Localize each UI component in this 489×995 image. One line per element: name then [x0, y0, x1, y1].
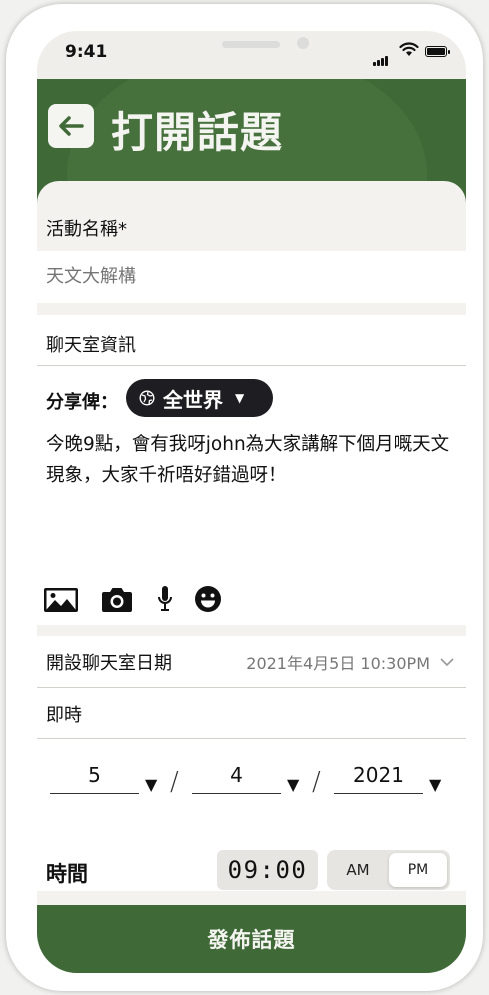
open-date-label: 開設聊天室日期 — [46, 653, 172, 674]
open-date-value: 2021年4月5日 10:30PM — [246, 654, 430, 673]
pm-option[interactable]: PM — [389, 853, 447, 887]
globe-icon — [139, 390, 155, 406]
wifi-icon — [399, 42, 419, 61]
date-separator: / — [312, 767, 321, 797]
share-label: 分享俾： — [46, 392, 118, 413]
status-bar: 9:41 — [37, 31, 466, 79]
status-time: 9:41 — [65, 42, 108, 62]
time-label: 時間 — [46, 862, 88, 886]
divider — [37, 687, 466, 688]
chat-info-label: 聊天室資訊 — [46, 335, 136, 356]
am-option[interactable]: AM — [327, 850, 389, 890]
microphone-icon[interactable] — [157, 585, 173, 617]
publish-topic-button[interactable]: 發佈話題 — [37, 905, 466, 973]
year-select[interactable]: 2021 — [334, 763, 423, 794]
day-select[interactable]: 5 — [50, 763, 139, 794]
caret-down-icon[interactable]: ▼ — [429, 775, 441, 794]
instant-label: 即時 — [46, 705, 82, 726]
share-option-label: 全世界 — [163, 387, 223, 412]
front-camera — [297, 37, 309, 49]
message-textarea[interactable]: 今晚9點，會有我呀john為大家講解下個月嘅天文現象，大家千祈唔好錯過呀！ — [46, 429, 456, 491]
am-pm-toggle: AM PM — [327, 850, 450, 890]
date-separator: / — [170, 767, 179, 797]
divider — [37, 738, 466, 739]
back-button[interactable] — [48, 104, 94, 148]
speaker-grille — [222, 41, 280, 48]
chevron-down-icon — [440, 657, 454, 666]
event-name-field-bg — [37, 251, 466, 303]
caret-down-icon[interactable]: ▼ — [145, 775, 157, 794]
divider — [37, 365, 466, 366]
caret-down-icon[interactable]: ▼ — [287, 775, 299, 794]
time-input[interactable]: 09:00 — [217, 850, 318, 890]
month-select[interactable]: 4 — [192, 763, 281, 794]
battery-icon — [425, 46, 450, 57]
image-icon[interactable] — [43, 587, 79, 617]
phone-frame: 9:41 打開話題 活動名稱* 聊天室資訊 分享 — [6, 4, 483, 991]
form-card: 活動名稱* 聊天室資訊 分享俾： 全世界 ▼ 今晚9點，會有我呀john為大家講… — [37, 181, 466, 921]
page-title: 打開話題 — [111, 108, 284, 157]
open-date-selector[interactable]: 2021年4月5日 10:30PM — [246, 650, 454, 674]
signal-icon — [373, 47, 389, 66]
event-name-label: 活動名稱* — [46, 219, 127, 240]
share-audience-dropdown[interactable]: 全世界 ▼ — [126, 379, 273, 417]
arrow-left-icon — [59, 116, 84, 136]
emoji-icon[interactable] — [194, 585, 222, 617]
event-name-input[interactable] — [46, 266, 446, 287]
camera-icon[interactable] — [101, 585, 133, 617]
caret-down-icon: ▼ — [235, 391, 245, 405]
app-screen: 9:41 打開話題 活動名稱* 聊天室資訊 分享 — [37, 31, 466, 973]
